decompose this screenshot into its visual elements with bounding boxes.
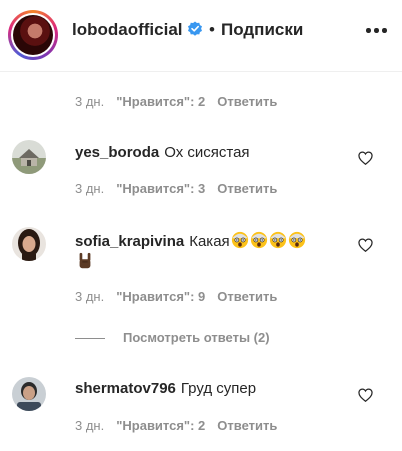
like-heart-icon[interactable] bbox=[358, 388, 373, 402]
replies-divider bbox=[75, 338, 105, 340]
like-heart-icon[interactable] bbox=[358, 151, 373, 165]
verified-badge-icon bbox=[188, 21, 202, 36]
shocked-face-emoji bbox=[269, 231, 286, 249]
comment-body: shermatov796 Груд супер bbox=[75, 380, 256, 397]
reply-button[interactable]: Ответить bbox=[217, 94, 277, 109]
reply-button[interactable]: Ответить bbox=[217, 418, 277, 433]
reply-button[interactable]: Ответить bbox=[217, 181, 277, 196]
comment-body: yes_boroda Ох сисястая bbox=[75, 144, 250, 161]
author-avatar[interactable] bbox=[8, 10, 58, 60]
comment-username[interactable]: yes_boroda bbox=[75, 144, 159, 161]
header-separator: • bbox=[209, 20, 215, 39]
shocked-face-emoji bbox=[231, 231, 248, 249]
reply-button[interactable]: Ответить bbox=[217, 289, 277, 304]
author-username[interactable]: lobodaofficial bbox=[72, 20, 183, 40]
comment-time[interactable]: 3 дн. bbox=[75, 418, 104, 433]
comment-likes[interactable]: "Нравится": 3 bbox=[116, 181, 205, 196]
comment-body: sofia_krapivina Какая bbox=[75, 231, 306, 250]
comment-meta: 3 дн. "Нравится": 3 Ответить bbox=[75, 181, 277, 196]
comment-text: Ох сисястая bbox=[164, 144, 250, 161]
comment-likes[interactable]: "Нравится": 2 bbox=[116, 418, 205, 433]
view-replies-button[interactable]: Посмотреть ответы (2) bbox=[75, 330, 270, 346]
shocked-face-emoji bbox=[250, 231, 267, 249]
commenter-avatar[interactable] bbox=[12, 227, 46, 261]
more-horizontal-icon[interactable] bbox=[366, 28, 388, 34]
sign-of-horns-emoji bbox=[79, 252, 91, 269]
comment-text: Груд супер bbox=[180, 380, 257, 397]
view-replies-label: Посмотреть ответы (2) bbox=[123, 330, 270, 345]
post-header: lobodaofficial • Подписки bbox=[0, 0, 402, 72]
commenter-avatar[interactable] bbox=[12, 377, 46, 411]
comment-likes[interactable]: "Нравится": 2 bbox=[116, 94, 205, 109]
comment-likes[interactable]: "Нравится": 9 bbox=[116, 289, 205, 304]
comment-username[interactable]: sofia_krapivina bbox=[75, 233, 184, 250]
comment-meta: 3 дн. "Нравится": 9 Ответить bbox=[75, 289, 277, 304]
like-heart-icon[interactable] bbox=[358, 238, 373, 252]
comment-text: Какая bbox=[189, 233, 230, 250]
comment-meta: 3 дн. "Нравится": 2 Ответить bbox=[75, 418, 277, 433]
comments-panel: lobodaofficial • Подписки 3 дн. "Нравится… bbox=[0, 0, 402, 451]
commenter-avatar[interactable] bbox=[12, 140, 46, 174]
comment-time[interactable]: 3 дн. bbox=[75, 94, 104, 109]
following-button[interactable]: Подписки bbox=[221, 20, 303, 40]
shocked-face-emoji bbox=[288, 231, 305, 249]
comment-meta: 3 дн. "Нравится": 2 Ответить bbox=[75, 94, 277, 109]
comment-time[interactable]: 3 дн. bbox=[75, 289, 104, 304]
comment-username[interactable]: shermatov796 bbox=[75, 380, 176, 397]
comment-time[interactable]: 3 дн. bbox=[75, 181, 104, 196]
